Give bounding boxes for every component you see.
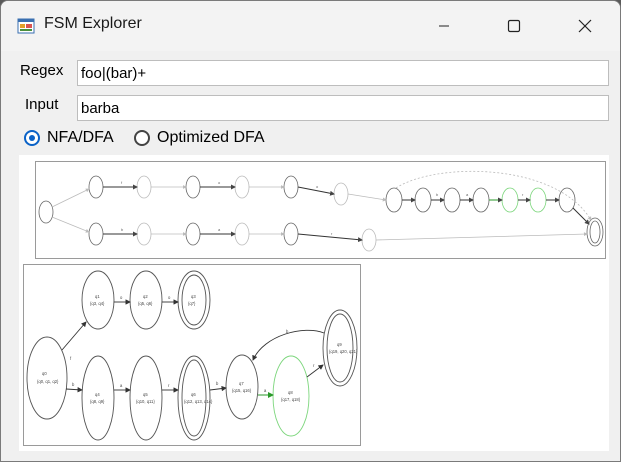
- radio-selected-indicator: [24, 130, 40, 146]
- nfa-graph: f b o a o r b a r: [38, 171, 604, 252]
- input-field[interactable]: barba: [77, 95, 609, 121]
- nfa-label-r2: r: [522, 192, 524, 197]
- fsm-explorer-window: FSM Explorer Regex foo|(bar)+ Input barb…: [0, 0, 621, 462]
- close-button[interactable]: [550, 1, 620, 51]
- title-bar[interactable]: FSM Explorer: [1, 1, 620, 51]
- input-label: Input: [25, 96, 59, 113]
- dfa-label-r2: r: [313, 363, 315, 368]
- dfa-diagram[interactable]: q0 {q0, q1, q2} q1 {q3, q4} q2 {q5, q6} …: [23, 264, 361, 446]
- nfa-label-o: o: [218, 180, 221, 185]
- dfa-state-q1-set: {q3, q4}: [90, 301, 105, 306]
- dfa-label-o: o: [120, 295, 123, 300]
- nfa-label-a: a: [218, 227, 221, 232]
- dfa-label-a2: a: [264, 388, 267, 393]
- dfa-state-q7-set: {q15, q16}: [232, 388, 252, 393]
- optimized-dfa-radio[interactable]: Optimized DFA: [134, 127, 265, 149]
- dfa-state-q8: q8: [288, 390, 293, 395]
- dfa-state-q6: q6: [191, 392, 196, 397]
- window-title: FSM Explorer: [44, 15, 142, 32]
- regex-label: Regex: [20, 62, 64, 79]
- optimized-dfa-label: Optimized DFA: [157, 129, 265, 146]
- dfa-state-q5-set: {q10, q11}: [136, 399, 155, 404]
- dfa-state-q0: q0: [42, 371, 47, 376]
- close-icon: [578, 19, 592, 33]
- minimize-icon: [439, 25, 449, 27]
- dfa-state-q3: q3: [191, 294, 196, 299]
- nfa-label-f: f: [121, 180, 123, 185]
- nfa-label-b: b: [121, 227, 124, 232]
- regex-input[interactable]: foo|(bar)+: [77, 60, 609, 86]
- dfa-label-o2: o: [168, 295, 171, 300]
- radio-unselected-indicator: [134, 130, 150, 146]
- nfa-label-o2: o: [316, 184, 319, 189]
- dfa-label-b: b: [72, 382, 75, 387]
- dfa-state-q0-set: {q0, q1, q2}: [37, 379, 59, 384]
- dfa-state-q4: q4: [95, 392, 100, 397]
- maximize-icon: [507, 19, 521, 33]
- maximize-button[interactable]: [479, 1, 549, 51]
- app-forms-icon: [17, 18, 35, 34]
- nfa-label-a2: a: [466, 192, 469, 197]
- nfa-dfa-radio[interactable]: NFA/DFA: [24, 127, 114, 149]
- dfa-state-q7: q7: [239, 381, 244, 386]
- diagram-canvas: f b o a o r b a r q0 {q0, q1, q2} q1 {q3…: [19, 155, 609, 451]
- dfa-state-q9-set: {q19, q20, q21}: [329, 349, 358, 354]
- dfa-graph: q0 {q0, q1, q2} q1 {q3, q4} q2 {q5, q6} …: [26, 270, 358, 441]
- dfa-state-q9: q9: [337, 342, 342, 347]
- dfa-label-f: f: [70, 356, 72, 361]
- dfa-state-q2-set: {q5, q6}: [138, 301, 153, 306]
- dfa-label-r: r: [168, 383, 170, 388]
- dfa-state-q5: q5: [143, 392, 148, 397]
- dfa-state-q2: q2: [143, 294, 148, 299]
- dfa-state-q8-set: {q17, q18}: [281, 397, 301, 402]
- minimize-button[interactable]: [409, 1, 479, 51]
- dfa-state-q1: q1: [95, 294, 100, 299]
- dfa-label-b2: b: [216, 381, 219, 386]
- dfa-state-q4-set: {q8, q9}: [90, 399, 105, 404]
- nfa-dfa-label: NFA/DFA: [47, 129, 114, 146]
- nfa-label-b2: b: [436, 192, 439, 197]
- nfa-label-r: r: [331, 231, 333, 236]
- dfa-state-q6-set: {q12, q13, q14}: [184, 399, 213, 404]
- dfa-label-a: a: [120, 383, 123, 388]
- nfa-diagram[interactable]: f b o a o r b a r: [35, 161, 606, 259]
- dfa-state-q3-set: {q7}: [188, 301, 196, 306]
